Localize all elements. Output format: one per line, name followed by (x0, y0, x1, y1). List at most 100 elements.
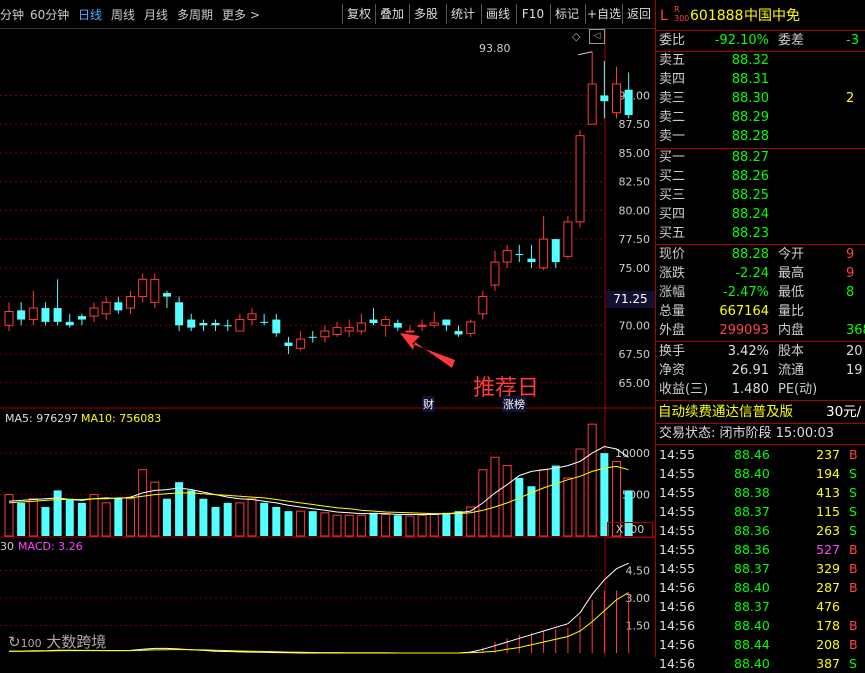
tab-weekly[interactable]: 周线 (111, 6, 135, 23)
tick-row[interactable]: 14:56 88.40 287 B (656, 578, 865, 597)
quote-panel: L R 300 601888 中国中免 委比 -92.10% 委差 -3 卖五 8… (655, 0, 865, 671)
volume-bar (41, 507, 50, 536)
button-multi-stock[interactable]: 多股 (409, 4, 442, 24)
button-add-watchlist[interactable]: +自选 (585, 4, 622, 24)
candle-body (284, 342, 293, 346)
ad-banner[interactable]: 自动续费通达信普及版 30元/ (656, 403, 865, 421)
tick-side: B (849, 542, 858, 557)
tick-time: 14:55 (659, 447, 696, 462)
event-tag-ranking[interactable]: 涨榜 (502, 396, 526, 412)
candle-body (490, 261, 500, 286)
ask-row[interactable]: 卖五 88.32 (656, 52, 865, 70)
tick-row[interactable]: 14:56 88.37 476 (656, 597, 865, 616)
stat-value: 88.28 (731, 247, 769, 262)
event-tag-financial[interactable]: 财 (422, 396, 435, 412)
tab-monthly[interactable]: 月线 (144, 6, 168, 23)
tick-row[interactable]: 14:55 88.36 263 S (656, 521, 865, 540)
tick-volume: 329 (816, 561, 840, 576)
weicha-value: -3 (846, 33, 859, 48)
price-tick-label: 80.00 (619, 204, 651, 217)
volume-bar (369, 512, 378, 536)
candle-body (65, 321, 74, 326)
candle-body (4, 311, 14, 326)
volume-bar (429, 513, 439, 537)
kline-chart[interactable]: 90.0087.5085.0082.5080.0077.5075.0072.50… (0, 28, 655, 657)
stat2-row: 换手 3.42% 股本 20 (656, 343, 865, 361)
tick-time: 14:55 (659, 542, 696, 557)
candle-body (502, 250, 512, 263)
ask-row[interactable]: 卖二 88.29 (656, 109, 865, 127)
stat-label: 现价 (659, 247, 686, 262)
bid-row[interactable]: 买三 88.25 (656, 187, 865, 205)
tab-multi-period[interactable]: 多周期 (177, 6, 213, 23)
macd-prefix: 30 (0, 540, 14, 553)
bid-row[interactable]: 买五 88.23 (656, 225, 865, 243)
volume-bar (53, 490, 62, 536)
candle-body (551, 239, 560, 263)
stat-label: 外盘 (659, 323, 686, 338)
button-fuquan[interactable]: 复权 (342, 4, 375, 24)
volume-bar (284, 511, 293, 536)
stat-label: 量比 (778, 304, 805, 319)
high-marker (578, 51, 593, 56)
stat-row: 涨跌 -2.24 最高 9 (656, 265, 865, 283)
stat2-label: 净资 (659, 363, 686, 378)
tab-more[interactable]: 更多 > (222, 6, 260, 23)
price-tick-label: 77.50 (619, 233, 651, 246)
candle-body (429, 322, 439, 326)
bid-row[interactable]: 买四 88.24 (656, 206, 865, 224)
button-statistics[interactable]: 统计 (446, 4, 479, 24)
tab-60min[interactable]: 60分钟 (30, 6, 69, 23)
price-tick-label: 90.00 (619, 89, 651, 102)
tick-row[interactable]: 14:55 88.40 194 S (656, 464, 865, 483)
tab-minute[interactable]: 分钟 (0, 6, 24, 23)
ask-price: 88.29 (731, 110, 769, 125)
tick-row[interactable]: 14:56 88.40 178 B (656, 616, 865, 635)
button-mark[interactable]: 标记 (550, 4, 583, 24)
tick-side: S (849, 466, 857, 481)
button-draw[interactable]: 画线 (481, 4, 514, 24)
stat2-value: 26.91 (731, 363, 769, 378)
candle-body (101, 301, 111, 315)
candle-body (600, 95, 609, 102)
stat-value: 667164 (719, 304, 769, 319)
volume-bar (320, 512, 330, 537)
stat-row: 总量 667164 量比 (656, 303, 865, 321)
stat-label: 今开 (778, 247, 805, 262)
tick-side: B (849, 447, 858, 462)
tick-row[interactable]: 14:55 88.37 115 S (656, 502, 865, 521)
bid-row[interactable]: 买一 88.27 (656, 149, 865, 167)
tick-row[interactable]: 14:55 88.36 527 B (656, 540, 865, 559)
volume-bar (515, 478, 524, 536)
volume-bar (551, 465, 560, 536)
tick-time: 14:56 (659, 618, 696, 633)
weibi-label: 委比 (659, 33, 686, 48)
kline-chart-area[interactable]: 90.0087.5085.0082.5080.0077.5075.0072.50… (0, 28, 655, 657)
period-toolbar: 分钟 60分钟 日线 周线 月线 多周期 更多 > 复权 叠加 多股 统计 画线… (0, 0, 655, 29)
tick-side: B (849, 580, 858, 595)
button-overlay[interactable]: 叠加 (375, 4, 408, 24)
ask-row[interactable]: 卖四 88.31 (656, 71, 865, 89)
ask-row[interactable]: 卖一 88.28 (656, 128, 865, 146)
candle-body (175, 302, 184, 326)
bid-price: 88.27 (731, 150, 769, 165)
tick-time: 14:56 (659, 637, 696, 652)
candle-body (478, 296, 488, 315)
bid-row[interactable]: 买二 88.26 (656, 168, 865, 186)
ask-row[interactable]: 卖三 88.30 2 (656, 90, 865, 108)
volume-bar (199, 498, 208, 536)
tick-row[interactable]: 14:55 88.38 413 S (656, 483, 865, 502)
button-back[interactable]: 返回 (622, 4, 655, 24)
bid-label: 买三 (659, 188, 686, 203)
trade-status: 交易状态: 闭市阶段 15:00:03 (656, 425, 865, 443)
tick-row[interactable]: 14:56 88.44 208 B (656, 635, 865, 654)
volume-bar (332, 514, 342, 537)
tick-row[interactable]: 14:55 88.37 329 B (656, 559, 865, 578)
button-f10[interactable]: F10 (516, 4, 549, 24)
tick-row[interactable]: 14:55 88.46 237 B (656, 445, 865, 464)
candle-body (393, 323, 402, 328)
diamond-icon[interactable]: ◇ (572, 30, 580, 43)
stat-row: 涨幅 -2.47% 最低 8 (656, 284, 865, 302)
collapse-icon[interactable]: ◁ (589, 29, 605, 44)
tab-daily[interactable]: 日线 (78, 6, 102, 23)
